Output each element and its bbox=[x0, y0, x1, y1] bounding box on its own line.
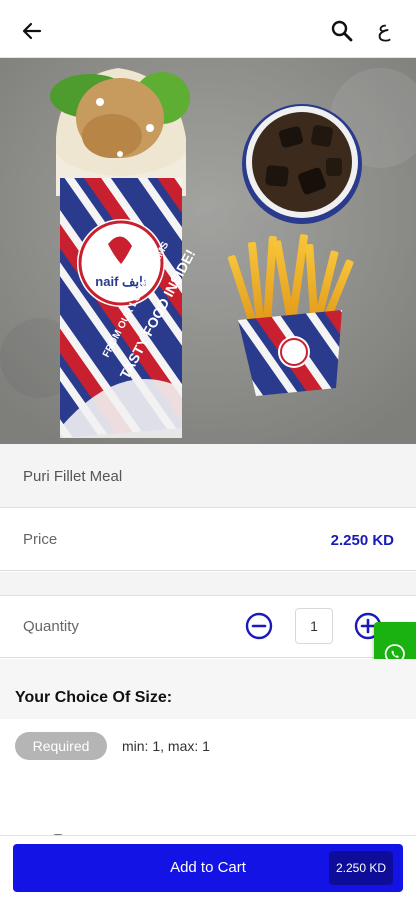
product-name: Puri Fillet Meal bbox=[23, 468, 123, 485]
required-badge: Required bbox=[15, 732, 107, 760]
drink-cup-graphic bbox=[242, 104, 362, 224]
product-image: naif نايف FROM OUR LOCAL FARMS TASTY FOO… bbox=[0, 58, 416, 444]
section-divider bbox=[0, 572, 416, 596]
options-title: Your Choice Of Size: bbox=[15, 689, 173, 706]
selection-constraint: min: 1, max: 1 bbox=[122, 738, 210, 754]
price-label: Price bbox=[23, 531, 58, 548]
add-to-cart-button[interactable]: Add to Cart 2.250 KD bbox=[13, 844, 403, 892]
back-button[interactable] bbox=[18, 17, 46, 45]
search-icon bbox=[331, 20, 353, 42]
arrow-left-icon bbox=[22, 22, 42, 40]
wrap-sandwich-graphic: naif نايف FROM OUR LOCAL FARMS TASTY FOO… bbox=[50, 68, 198, 438]
language-toggle[interactable]: ع bbox=[370, 14, 398, 46]
quantity-label: Quantity bbox=[23, 618, 79, 635]
bottom-cart-bar: Add to Cart 2.250 KD bbox=[0, 835, 416, 900]
price-row: Price 2.250 KD bbox=[0, 509, 416, 571]
top-app-bar: ع bbox=[0, 0, 416, 58]
minus-circle-icon bbox=[245, 612, 273, 640]
quantity-row: Quantity 1 bbox=[0, 596, 416, 658]
decrease-quantity-button[interactable] bbox=[245, 612, 273, 640]
cart-total-badge: 2.250 KD bbox=[329, 851, 393, 885]
search-button[interactable] bbox=[328, 17, 356, 45]
price-value: 2.250 KD bbox=[330, 532, 394, 549]
size-choice-panel: Required min: 1, max: 1 bbox=[0, 719, 416, 838]
size-options-section: Your Choice Of Size: Required min: 1, ma… bbox=[0, 659, 416, 838]
quantity-value[interactable]: 1 bbox=[295, 608, 333, 644]
product-name-row: Puri Fillet Meal bbox=[0, 444, 416, 508]
